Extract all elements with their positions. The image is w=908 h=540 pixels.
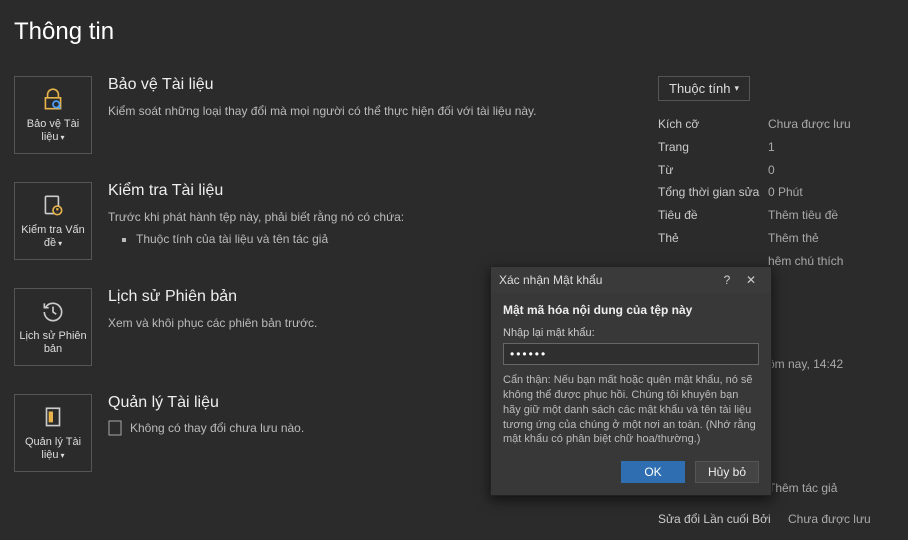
page-title: Thông tin bbox=[0, 0, 908, 46]
prop-edittime-label: Tổng thời gian sửa bbox=[658, 181, 768, 204]
version-history-button[interactable]: Lịch sử Phiên bản bbox=[14, 288, 92, 366]
prop-tags-value[interactable]: Thêm thẻ bbox=[768, 227, 819, 250]
cancel-button[interactable]: Hủy bỏ bbox=[695, 461, 759, 483]
confirm-password-dialog: Xác nhận Mật khẩu ? ✕ Mật mã hóa nội dun… bbox=[490, 266, 772, 496]
inspect-bullet: Thuộc tính của tài liệu và tên tác giả bbox=[136, 230, 654, 248]
protect-heading: Bảo vệ Tài liệu bbox=[108, 76, 654, 94]
document-icon bbox=[39, 404, 67, 432]
chevron-down-icon: ▾ bbox=[58, 239, 62, 248]
document-small-icon bbox=[108, 420, 122, 436]
inspect-tile-label: Kiểm tra Vấn đề bbox=[21, 224, 85, 249]
chevron-down-icon: ▾ bbox=[61, 451, 65, 460]
history-icon bbox=[39, 298, 67, 326]
ok-button[interactable]: OK bbox=[621, 461, 685, 483]
prop-title-label: Tiêu đề bbox=[658, 204, 768, 227]
properties-button[interactable]: Thuộc tính ▾ bbox=[658, 76, 750, 101]
inspect-desc: Trước khi phát hành tệp này, phải biết r… bbox=[108, 208, 654, 226]
password-input[interactable] bbox=[503, 343, 759, 365]
prop-comments-value[interactable]: hêm chú thích bbox=[768, 250, 843, 273]
dialog-title: Xác nhận Mật khẩu bbox=[499, 273, 602, 287]
prop-size-label: Kích cỡ bbox=[658, 113, 768, 136]
inspect-heading: Kiểm tra Tài liệu bbox=[108, 182, 654, 200]
last-mod-by-value: Chưa được lưu bbox=[788, 508, 871, 531]
prop-size-value: Chưa được lưu bbox=[768, 113, 851, 136]
password-warning: Cẩn thận: Nếu bạn mất hoặc quên mật khẩu… bbox=[503, 373, 759, 447]
dialog-header: Mật mã hóa nội dung của tệp này bbox=[503, 303, 759, 317]
section-inspect: Kiểm tra Vấn đề▾ Kiểm tra Tài liệu Trước… bbox=[14, 182, 654, 260]
close-button[interactable]: ✕ bbox=[739, 273, 763, 287]
inspect-icon bbox=[39, 192, 67, 220]
manage-document-button[interactable]: Quản lý Tài liệu▾ bbox=[14, 394, 92, 472]
prop-words-value: 0 bbox=[768, 159, 775, 182]
prop-pages-label: Trang bbox=[658, 136, 768, 159]
manage-tile-label: Quản lý Tài liệu bbox=[25, 436, 81, 461]
protect-tile-label: Bảo vệ Tài liệu bbox=[27, 118, 79, 143]
chevron-down-icon: ▾ bbox=[61, 133, 65, 142]
prop-title-value[interactable]: Thêm tiêu đề bbox=[768, 204, 838, 227]
section-protect: Bảo vệ Tài liệu▾ Bảo vệ Tài liệu Kiểm so… bbox=[14, 76, 654, 154]
prop-pages-value: 1 bbox=[768, 136, 775, 159]
add-author[interactable]: Thêm tác giả bbox=[768, 477, 837, 500]
prop-words-label: Từ bbox=[658, 159, 768, 182]
prop-tags-label: Thẻ bbox=[658, 227, 768, 250]
prop-edittime-value: 0 Phút bbox=[768, 181, 803, 204]
prop-today-value: ôm nay, 14:42 bbox=[768, 353, 843, 376]
check-issues-button[interactable]: Kiểm tra Vấn đề▾ bbox=[14, 182, 92, 260]
protect-desc: Kiểm soát những loại thay đổi mà mọi ngư… bbox=[108, 102, 654, 120]
help-button[interactable]: ? bbox=[715, 273, 739, 287]
history-tile-label: Lịch sử Phiên bản bbox=[19, 330, 87, 356]
lock-icon bbox=[39, 86, 67, 114]
chevron-down-icon: ▾ bbox=[734, 83, 739, 94]
password-label: Nhập lại mật khẩu: bbox=[503, 327, 759, 339]
protect-document-button[interactable]: Bảo vệ Tài liệu▾ bbox=[14, 76, 92, 154]
manage-none-text: Không có thay đổi chưa lưu nào. bbox=[130, 421, 304, 435]
last-mod-by-label: Sửa đổi Lần cuối Bởi bbox=[658, 508, 788, 531]
